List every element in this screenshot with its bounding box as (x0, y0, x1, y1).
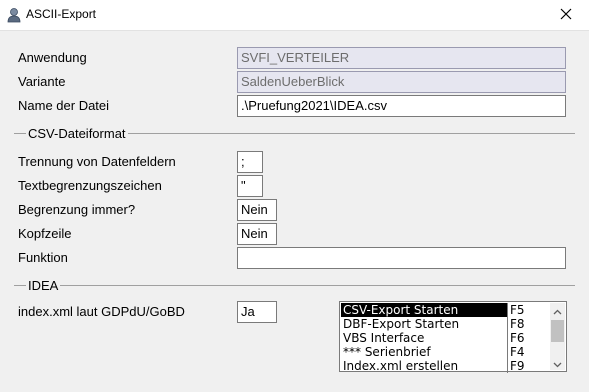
index-xml-label: index.xml laut GDPdU/GoBD (18, 304, 185, 319)
close-button[interactable] (543, 0, 589, 30)
action-label[interactable]: DBF-Export Starten (341, 317, 507, 331)
anwendung-label: Anwendung (18, 50, 87, 65)
scroll-thumb[interactable] (551, 320, 564, 342)
variante-field: SaldenUeberBlick (237, 71, 566, 93)
dateiname-input[interactable]: .\Pruefung2021\IDEA.csv (237, 95, 566, 117)
action-shortcut: F9 (507, 359, 550, 373)
begrenzung-immer-input[interactable]: Nein (237, 199, 277, 221)
window-title: ASCII-Export (26, 7, 97, 21)
action-list: CSV-Export Starten F5 DBF-Export Starten… (341, 303, 550, 373)
idea-group-divider (14, 285, 575, 286)
chevron-up-icon (553, 303, 562, 318)
kopfzeile-label: Kopfzeile (18, 226, 72, 241)
begrenzung-immer-label: Begrenzung immer? (18, 202, 136, 217)
funktion-input[interactable] (237, 247, 566, 269)
action-shortcut: F5 (507, 303, 550, 317)
list-scrollbar[interactable] (550, 303, 565, 370)
user-icon (6, 7, 22, 23)
dateiname-label: Name der Datei (18, 98, 110, 113)
scroll-down-button[interactable] (550, 356, 565, 370)
textbegrenzung-input[interactable]: " (237, 175, 263, 197)
action-shortcut: F4 (507, 345, 550, 359)
action-shortcut: F8 (507, 317, 550, 331)
csv-group-title: CSV-Dateiformat (26, 126, 128, 141)
close-icon (560, 8, 572, 23)
action-label[interactable]: Index.xml erstellen (341, 359, 507, 373)
action-shortcut: F6 (507, 331, 550, 345)
funktion-label: Funktion (18, 250, 68, 265)
idea-group-title: IDEA (26, 278, 61, 293)
action-label[interactable]: CSV-Export Starten (341, 303, 507, 317)
kopfzeile-input[interactable]: Nein (237, 223, 277, 245)
title-bar: ASCII-Export (0, 0, 589, 31)
action-label[interactable]: *** Serienbrief (341, 345, 507, 359)
chevron-down-icon (553, 356, 562, 371)
scroll-up-button[interactable] (550, 303, 565, 317)
textbegrenzung-label: Textbegrenzungszeichen (18, 178, 162, 193)
action-listbox[interactable]: CSV-Export Starten F5 DBF-Export Starten… (339, 301, 567, 373)
variante-label: Variante (18, 74, 66, 89)
anwendung-field: SVFI_VERTEILER (237, 47, 566, 69)
index-xml-input[interactable]: Ja (237, 301, 277, 323)
trennung-input[interactable]: ; (237, 151, 263, 173)
trennung-label: Trennung von Datenfeldern (18, 154, 176, 169)
action-label[interactable]: VBS Interface (341, 331, 507, 345)
